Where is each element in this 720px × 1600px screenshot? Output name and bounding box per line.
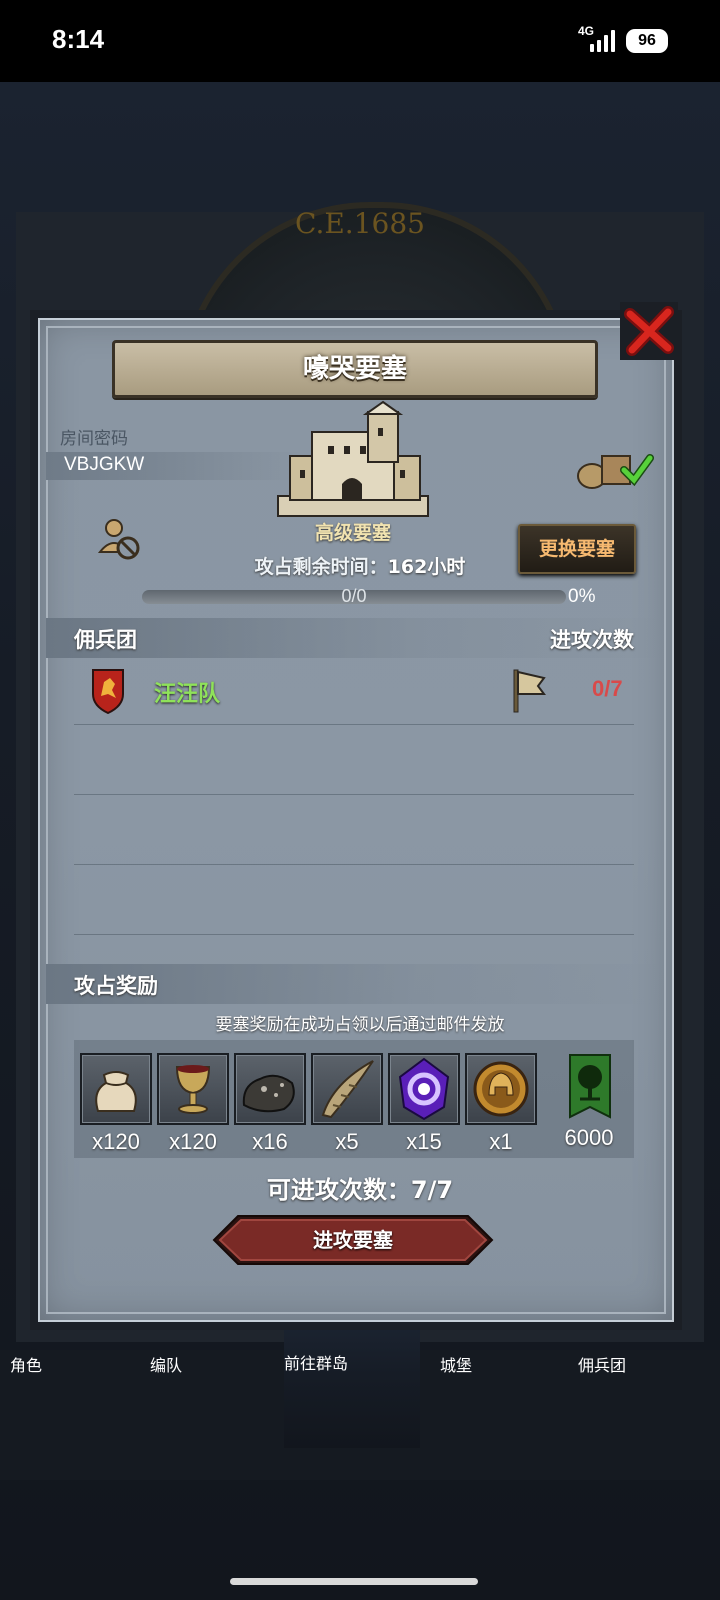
reward-item[interactable]: x16 [234, 1053, 306, 1155]
reward-qty: x5 [335, 1129, 359, 1154]
fortress-castle-icon [277, 400, 429, 517]
mercenary-header-left: 佣兵团 [74, 628, 137, 652]
attack-fortress-button[interactable]: 进攻要塞 [212, 1214, 494, 1266]
attack-fortress-label: 进攻要塞 [313, 1228, 393, 1252]
progress-percent: 0% [568, 586, 596, 607]
status-time: 8:14 [52, 24, 105, 54]
purple-crystal-icon [398, 1057, 450, 1121]
reward-item[interactable]: x120 [157, 1053, 229, 1155]
reward-qty: x120 [92, 1129, 140, 1154]
reward-item[interactable]: x1 [465, 1053, 537, 1155]
available-attempts-value: 7/7 [410, 1176, 454, 1204]
dialog-title: 嚎哭要塞 [302, 354, 407, 384]
reward-banner-wrap [556, 1053, 624, 1121]
remaining-time-value: 162小时 [387, 556, 466, 578]
mercenary-attempts: 0/7 [592, 676, 623, 701]
fortress-level-label: 高级要塞 [314, 522, 391, 544]
row-divider [74, 794, 634, 795]
tree-banner-icon [569, 1054, 611, 1119]
capture-progress-bar: 0/0 [142, 586, 566, 606]
mercenary-header-right: 进攻次数 [550, 628, 634, 652]
signal-icon [590, 28, 620, 52]
title-banner: 嚎哭要塞 [112, 340, 598, 398]
horn-icon [321, 1060, 374, 1119]
row-divider [74, 864, 634, 865]
goblet-icon [175, 1065, 211, 1114]
status-bar: 8:14 4G 96 [0, 0, 720, 82]
ore-icon [242, 1074, 295, 1113]
flag-icon [513, 669, 546, 713]
home-indicator[interactable] [230, 1578, 478, 1585]
available-attempts: 可进攻次数：7/7 [0, 1170, 720, 1205]
nav-item-islands[interactable]: 前往群岛 [284, 1326, 420, 1448]
close-icon [620, 302, 678, 360]
reward-item[interactable]: x15 [388, 1053, 460, 1155]
close-button[interactable] [620, 302, 678, 360]
reward-qty: x120 [169, 1129, 217, 1154]
available-attempts-label: 可进攻次数： [266, 1176, 411, 1204]
reward-qty: x15 [406, 1129, 442, 1154]
rewards-header: 攻占奖励 [74, 974, 158, 998]
reward-item[interactable]: 6000 [556, 1053, 628, 1151]
reward-qty: 6000 [564, 1125, 614, 1150]
battery-icon: 96 [626, 29, 668, 53]
nav-item-mercenary[interactable]: 佣兵团 [578, 1352, 720, 1452]
mercenary-name[interactable]: 汪汪队 [154, 676, 220, 708]
rewards-note: 要塞奖励在成功占领以后通过邮件发放 [215, 1015, 505, 1035]
reward-qty: x1 [489, 1129, 513, 1154]
reward-item[interactable]: x5 [311, 1053, 383, 1155]
year-label: C.E.1685 [295, 207, 425, 240]
reward-qty: x16 [252, 1129, 288, 1154]
room-password-value[interactable]: VBJGKW [64, 454, 144, 476]
nav-label: 前往群岛 [284, 1354, 349, 1373]
nav-label: 佣兵团 [578, 1356, 627, 1375]
room-password-label: 房间密码 [60, 429, 128, 449]
progress-text: 0/0 [341, 586, 367, 606]
supplies-check-icon [577, 454, 654, 489]
row-divider [74, 724, 634, 725]
guild-shield-icon [92, 669, 124, 714]
row-divider [74, 934, 634, 935]
helmet-medal-icon [473, 1061, 529, 1117]
remaining-time: 攻占剩余时间：162小时 [0, 552, 720, 579]
reward-item[interactable]: x120 [80, 1053, 152, 1155]
remaining-time-label: 攻占剩余时间： [254, 556, 388, 578]
sack-icon [95, 1071, 137, 1112]
